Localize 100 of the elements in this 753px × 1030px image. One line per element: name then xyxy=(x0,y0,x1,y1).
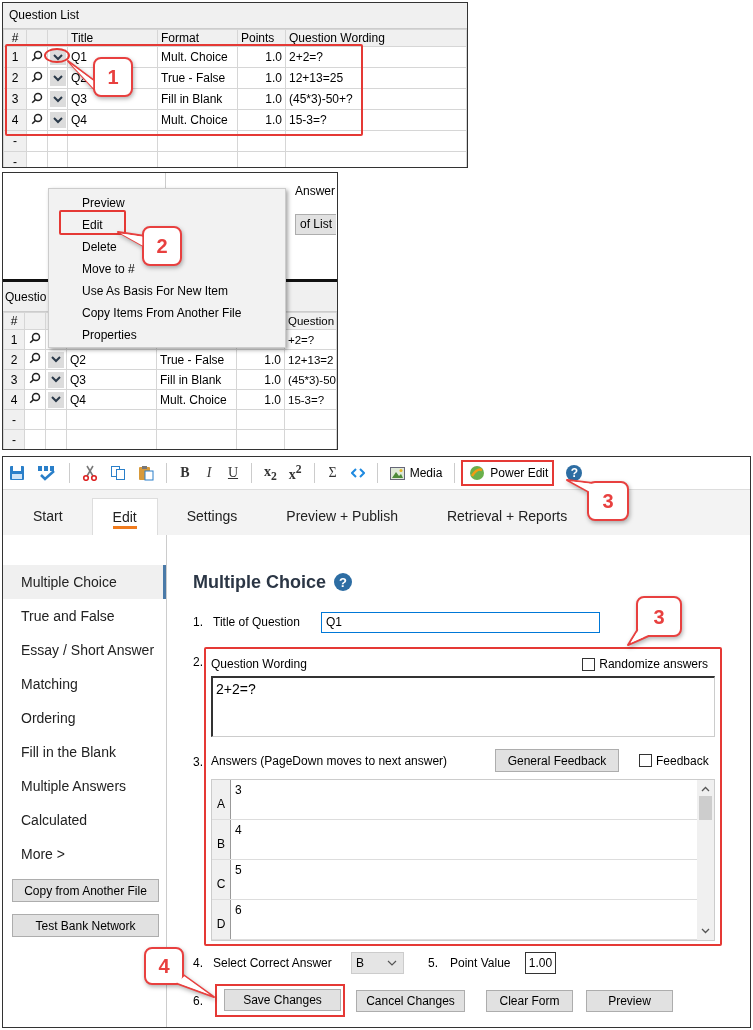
chevron-down-icon xyxy=(387,960,397,966)
dropdown-button[interactable] xyxy=(49,70,66,86)
menu-item[interactable]: Use As Basis For New Item xyxy=(82,280,229,302)
scroll-thumb[interactable] xyxy=(699,796,712,820)
tab[interactable]: Edit xyxy=(91,498,158,535)
row-number: 2 xyxy=(3,349,25,370)
step-number: 2. xyxy=(193,655,204,669)
step-number: 5. xyxy=(428,956,439,970)
step-number: 3. xyxy=(193,755,204,769)
globe-icon xyxy=(469,465,486,481)
superscript-button[interactable]: x$^{2}$ xyxy=(288,463,302,483)
dropdown-button[interactable] xyxy=(48,391,64,408)
chevron-down-icon xyxy=(52,95,63,103)
table-cell: 1.0 xyxy=(237,109,286,131)
sidebar-button[interactable]: Test Bank Network xyxy=(12,914,159,937)
search-icon[interactable] xyxy=(31,49,43,62)
menu-item[interactable]: Preview xyxy=(82,192,125,214)
save-icon[interactable] xyxy=(9,465,25,481)
search-icon[interactable] xyxy=(29,372,41,384)
action-button[interactable]: Clear Form xyxy=(486,989,573,1012)
table-cell: (45*3)-50 xyxy=(288,373,336,386)
field-label: Title of Question xyxy=(213,615,301,629)
help-icon[interactable]: ? xyxy=(566,465,583,481)
action-button[interactable]: Cancel Changes xyxy=(356,989,465,1012)
answer-field[interactable]: 5 xyxy=(231,860,246,899)
sidebar-item[interactable]: Essay / Short Answer xyxy=(3,633,166,667)
field-label: Question Wording xyxy=(211,657,307,671)
dropdown-button[interactable] xyxy=(49,112,66,128)
row-number: 1 xyxy=(3,329,25,350)
row-number: 4 xyxy=(3,389,25,410)
menu-item[interactable]: Delete xyxy=(82,236,117,258)
underline-button[interactable]: U xyxy=(227,465,239,481)
media-button[interactable]: Media xyxy=(389,466,443,480)
search-icon[interactable] xyxy=(29,352,41,364)
sum-button[interactable]: Σ xyxy=(326,465,339,481)
picture-icon xyxy=(389,466,405,480)
tab[interactable]: Settings xyxy=(166,498,258,535)
field-label: Select Correct Answer xyxy=(213,956,333,970)
dropdown-button[interactable] xyxy=(48,371,64,388)
sidebar-button[interactable]: Copy from Another File xyxy=(12,879,159,902)
dropdown-button[interactable] xyxy=(49,91,66,107)
italic-button[interactable]: I xyxy=(203,465,215,481)
table-cell: +2=? xyxy=(288,333,315,346)
sidebar-item[interactable]: Multiple Answers xyxy=(3,769,166,803)
sidebar-item[interactable]: Matching xyxy=(3,667,166,701)
checkbox-label: Randomize answers xyxy=(599,657,708,671)
tab[interactable]: Preview + Publish xyxy=(266,498,418,535)
scroll-up-icon[interactable] xyxy=(701,786,710,792)
tab[interactable]: Start xyxy=(13,498,83,535)
column-header: Question xyxy=(284,312,337,330)
sidebar-item[interactable]: Calculated xyxy=(3,803,166,837)
answer-dropdown[interactable]: B xyxy=(351,952,404,974)
table-cell: 15-3=? xyxy=(288,393,325,406)
power-edit-button[interactable]: Power Edit xyxy=(469,465,549,481)
bold-button[interactable]: B xyxy=(179,465,191,481)
menu-item[interactable]: Move to # xyxy=(82,258,135,280)
title-field[interactable]: Q1 xyxy=(321,611,600,633)
sidebar-item[interactable]: More > xyxy=(3,837,166,871)
table-cell: Mult. Choice xyxy=(157,109,238,131)
save-button[interactable]: Save Changes xyxy=(224,989,341,1011)
table-cell: Q4 xyxy=(70,392,86,407)
panel-title: Questio xyxy=(5,290,47,304)
search-icon[interactable] xyxy=(31,112,43,125)
code-icon[interactable] xyxy=(350,467,365,479)
scrollbar[interactable] xyxy=(697,780,714,940)
table-cell: Fill in Blank xyxy=(157,88,238,110)
search-icon[interactable] xyxy=(31,91,43,104)
sidebar-item[interactable]: Fill in the Blank xyxy=(3,735,166,769)
copy-icon[interactable] xyxy=(110,465,126,481)
scroll-down-icon[interactable] xyxy=(701,928,710,934)
checkbox-label: Feedback xyxy=(656,753,709,768)
answer-field[interactable]: 4 xyxy=(231,820,246,859)
search-icon[interactable] xyxy=(29,392,41,404)
scissors-icon[interactable] xyxy=(82,465,98,481)
search-icon[interactable] xyxy=(31,70,43,83)
answer-field[interactable]: 6 xyxy=(231,900,246,939)
search-icon[interactable] xyxy=(29,332,41,344)
menu-item[interactable]: Edit xyxy=(82,214,103,236)
chevron-down-icon xyxy=(51,376,61,383)
table-cell: 12+13=2 xyxy=(288,353,334,366)
menu-item[interactable]: Copy Items From Another File xyxy=(82,302,242,324)
action-button[interactable]: Preview xyxy=(586,989,673,1012)
step-number: 1. xyxy=(193,615,204,629)
checkbox[interactable] xyxy=(639,754,652,767)
point-value-field[interactable]: 1.00 xyxy=(525,952,556,974)
answer-field[interactable]: 3 xyxy=(231,780,246,819)
subscript-button[interactable]: x$_{2}$ xyxy=(264,463,277,483)
dropdown-button[interactable] xyxy=(48,351,64,368)
paste-icon[interactable] xyxy=(138,465,154,481)
list-button[interactable]: of List xyxy=(295,214,336,235)
sidebar-item[interactable]: Multiple Choice xyxy=(3,565,166,599)
general-feedback-button[interactable]: General Feedback xyxy=(495,749,619,772)
callout: 3 xyxy=(625,594,685,649)
wording-field[interactable]: 2+2=? xyxy=(211,676,715,737)
checkbox[interactable] xyxy=(582,657,596,671)
sidebar-item[interactable]: True and False xyxy=(3,599,166,633)
spellcheck-icon[interactable] xyxy=(37,465,57,481)
sidebar-item[interactable]: Ordering xyxy=(3,701,166,735)
help-icon[interactable]: ? xyxy=(334,573,352,591)
menu-item[interactable]: Properties xyxy=(82,324,137,346)
